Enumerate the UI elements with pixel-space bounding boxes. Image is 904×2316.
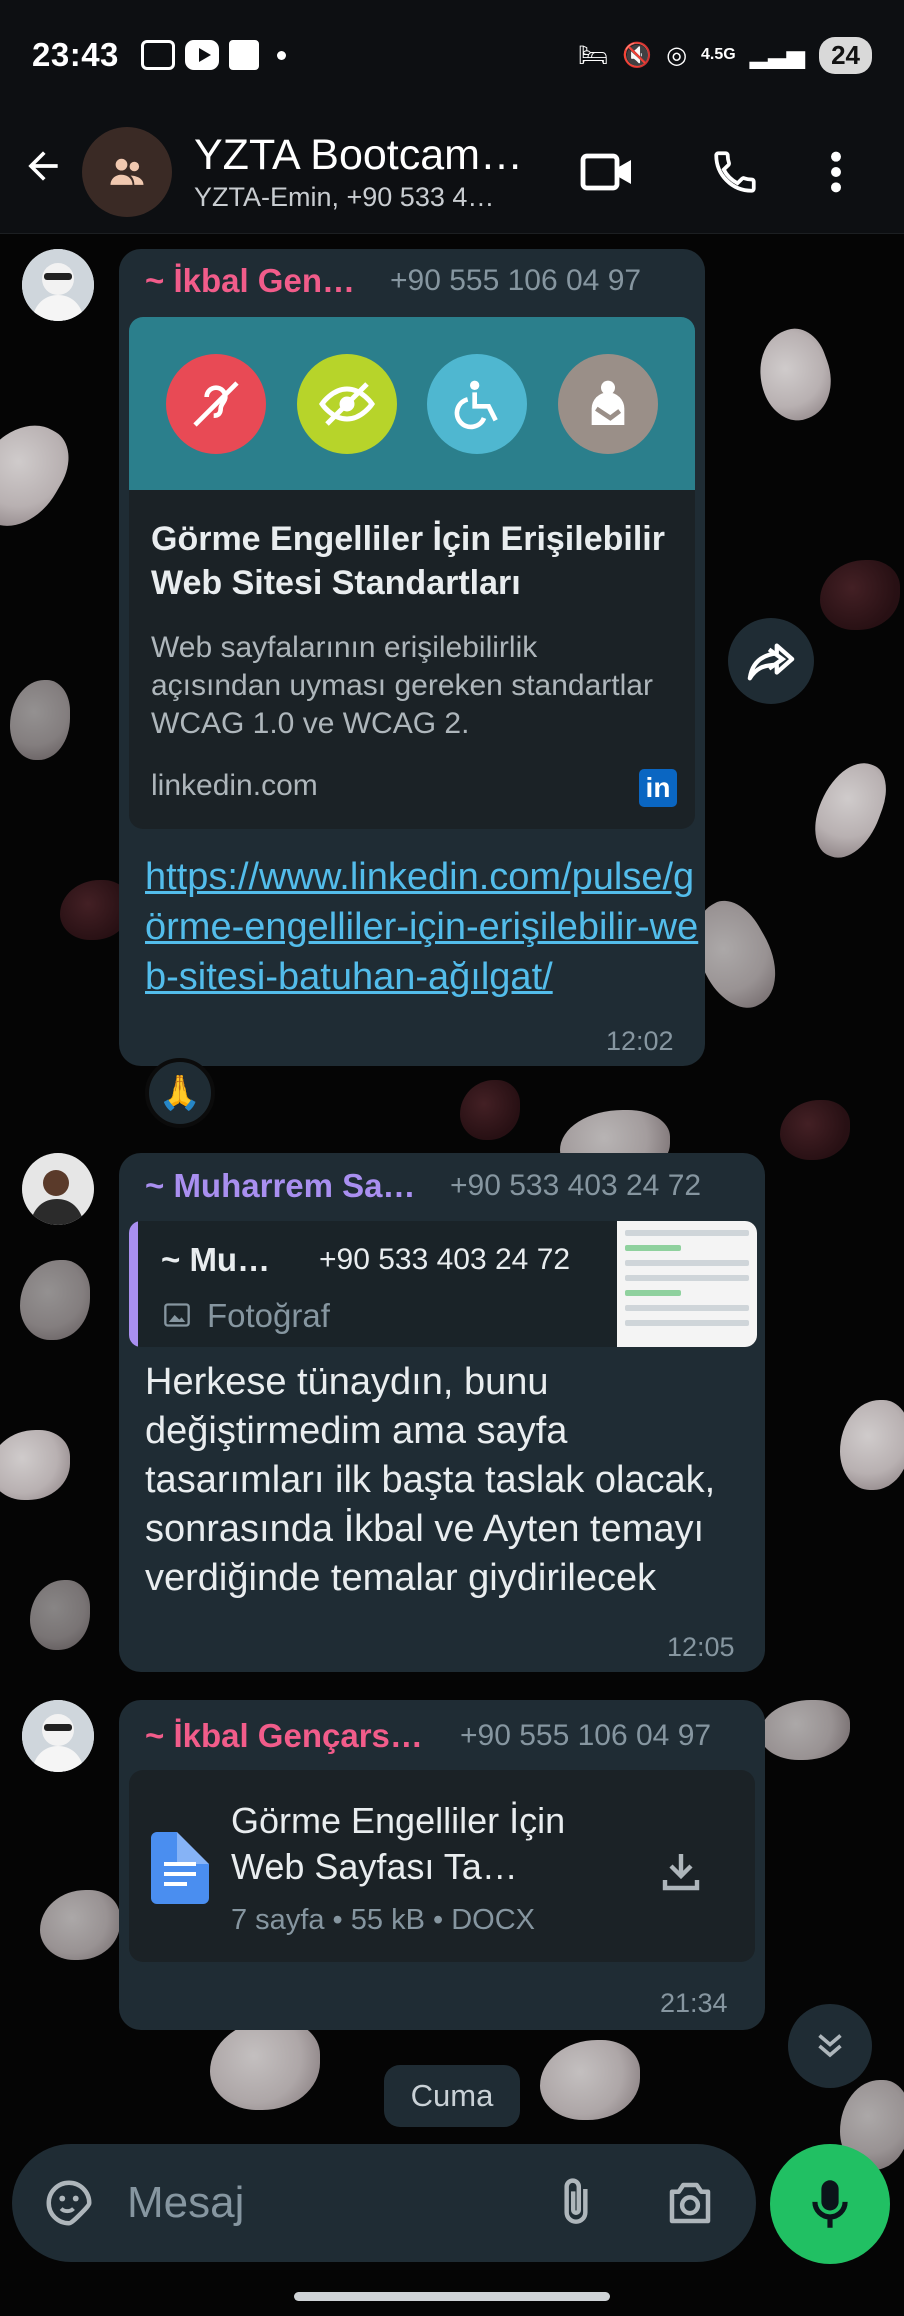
message-composer bbox=[12, 2144, 756, 2262]
forward-button[interactable] bbox=[728, 618, 814, 704]
hearing-impaired-icon bbox=[166, 353, 267, 454]
message-sender[interactable]: ~ İkbal Gençars… bbox=[145, 1717, 445, 1755]
quoted-sender-phone: +90 533 403 24 72 bbox=[319, 1243, 571, 1276]
quoted-message[interactable]: ~ Mu… +90 533 403 24 72 Fotoğraf bbox=[129, 1221, 757, 1347]
message-sender-phone: +90 555 106 04 97 bbox=[460, 1719, 712, 1752]
chat-title: YZTA Bootcam… bbox=[194, 130, 523, 179]
download-icon bbox=[662, 1854, 700, 1891]
status-time: 23:43 bbox=[32, 36, 119, 73]
screenshot-icon bbox=[140, 40, 175, 70]
youtube-icon bbox=[184, 40, 219, 70]
chat-header: YZTA Bootcam… YZTA-Emin, +90 533 4… bbox=[0, 110, 904, 234]
link-preview-domain: linkedin.com bbox=[151, 769, 318, 802]
chat-subtitle: YZTA-Emin, +90 533 4… bbox=[194, 181, 495, 212]
message-sender[interactable]: ~ Muharrem Sa… bbox=[145, 1167, 425, 1205]
link-preview-image bbox=[129, 317, 695, 490]
message-time: 12:05 bbox=[667, 1632, 735, 1662]
document-meta: 7 sayfa • 55 kB • DOCX bbox=[231, 1904, 535, 1936]
quoted-photo-thumbnail bbox=[617, 1221, 757, 1347]
message-time: 12:02 bbox=[606, 1026, 674, 1056]
forward-icon bbox=[747, 643, 795, 681]
back-arrow-icon[interactable] bbox=[8, 144, 78, 199]
gesture-navigation-bar[interactable] bbox=[294, 2292, 610, 2301]
message-sender-phone: +90 555 106 04 97 bbox=[390, 264, 642, 297]
battery-level: 24 bbox=[819, 36, 872, 74]
voice-message-button[interactable] bbox=[770, 2144, 890, 2264]
visually-impaired-icon bbox=[296, 353, 397, 454]
phone-icon bbox=[714, 151, 756, 193]
linkedin-icon bbox=[228, 40, 259, 70]
paperclip-icon bbox=[564, 2178, 588, 2224]
hotspot-icon: ◎ bbox=[666, 41, 688, 69]
sticker-icon bbox=[46, 2180, 92, 2226]
attach-button[interactable] bbox=[548, 2174, 604, 2237]
link-preview-title: Görme Engelliler İçin Erişilebilir Web S… bbox=[151, 520, 665, 602]
wheelchair-icon bbox=[427, 353, 528, 454]
message-reaction[interactable]: 🙏 bbox=[145, 1058, 215, 1128]
status-bar: 23:43 🛏 🔇 ◎ 4.5G ▂▃▅ 24 bbox=[0, 0, 904, 110]
message-sender[interactable]: ~ İkbal Gen… bbox=[145, 262, 365, 300]
quote-accent-bar bbox=[129, 1221, 138, 1347]
sender-avatar[interactable] bbox=[22, 249, 94, 321]
injured-arm-icon bbox=[557, 353, 658, 454]
group-icon bbox=[110, 158, 144, 185]
video-call-button[interactable] bbox=[568, 132, 648, 212]
scroll-to-bottom-button[interactable] bbox=[788, 2004, 872, 2088]
message-link[interactable]: https://www.linkedin.com/pulse/görme-eng… bbox=[145, 852, 705, 1002]
double-chevron-down-icon bbox=[818, 2034, 842, 2058]
signal-icon: ▂▃▅ bbox=[749, 41, 806, 69]
microphone-icon bbox=[812, 2180, 848, 2228]
chat-title-block[interactable]: YZTA Bootcam… YZTA-Emin, +90 533 4… bbox=[194, 131, 554, 213]
sender-avatar[interactable] bbox=[22, 1153, 94, 1225]
quoted-sender: ~ Mu… bbox=[161, 1241, 271, 1278]
video-camera-icon bbox=[580, 153, 631, 191]
emoji-sticker-button[interactable] bbox=[42, 2176, 96, 2235]
quoted-type: Fotoğraf bbox=[207, 1297, 330, 1334]
voice-call-button[interactable] bbox=[695, 132, 775, 212]
camera-button[interactable] bbox=[662, 2176, 718, 2235]
linkedin-badge-icon: in bbox=[639, 769, 677, 807]
docx-file-icon bbox=[151, 1832, 209, 1904]
message-text: Herkese tünaydın, bunu değiştirmedim ama… bbox=[145, 1361, 716, 1599]
notification-dot-icon bbox=[276, 50, 286, 60]
bed-icon: 🛏 bbox=[577, 41, 609, 69]
document-name: Görme Engelliler İçin Web Sayfası Ta… bbox=[231, 1800, 566, 1887]
message-time: 21:34 bbox=[660, 1988, 728, 2018]
network-type: 4.5G bbox=[701, 46, 736, 63]
photo-icon bbox=[164, 1303, 190, 1327]
link-preview-description: Web sayfalarının erişilebilirlik açısınd… bbox=[151, 631, 653, 740]
download-button[interactable] bbox=[649, 1840, 713, 1904]
kebab-menu-icon bbox=[831, 151, 841, 193]
message-sender-phone: +90 533 403 24 72 bbox=[450, 1169, 702, 1202]
link-preview-card[interactable]: Görme Engelliler İçin Erişilebilir Web S… bbox=[129, 317, 695, 829]
document-attachment[interactable]: Görme Engelliler İçin Web Sayfası Ta… 7 … bbox=[129, 1770, 755, 1962]
sender-avatar[interactable] bbox=[22, 1700, 94, 1772]
message-input[interactable] bbox=[127, 2172, 507, 2234]
mute-icon: 🔇 bbox=[622, 41, 653, 69]
date-divider: Cuma bbox=[384, 2065, 520, 2127]
camera-icon bbox=[669, 2182, 711, 2224]
more-options-button[interactable] bbox=[806, 132, 866, 212]
group-avatar[interactable] bbox=[82, 126, 172, 217]
